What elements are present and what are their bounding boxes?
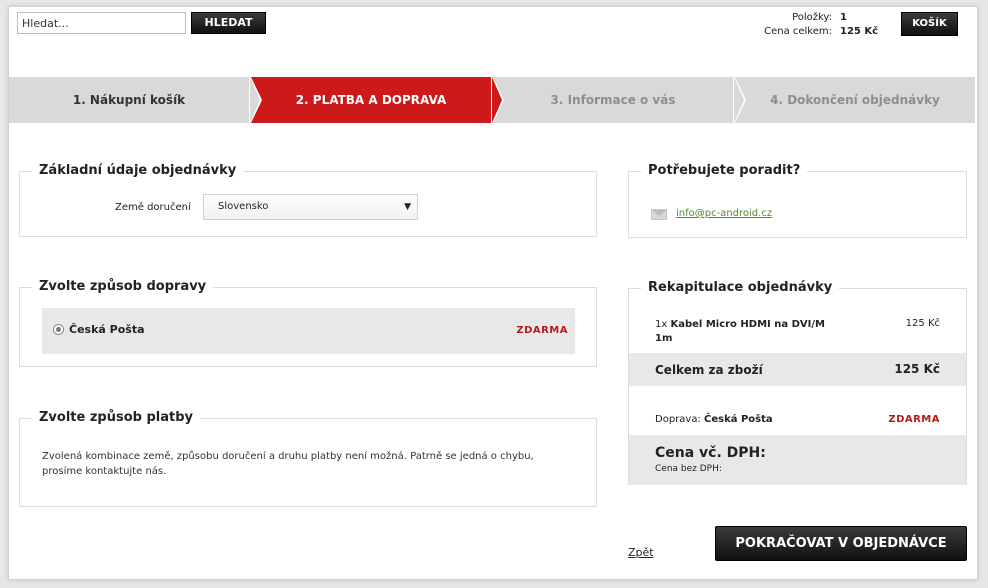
- mail-icon: [651, 209, 667, 220]
- section-title: Zvolte způsob dopravy: [32, 279, 214, 294]
- summary-total-label: Celkem za zboží: [655, 363, 763, 377]
- back-link[interactable]: Zpět: [628, 546, 654, 559]
- continue-order-button[interactable]: POKRAČOVAT V OBJEDNÁVCE: [715, 526, 967, 561]
- search-input[interactable]: [17, 12, 186, 34]
- section-title: Rekapitulace objednávky: [641, 280, 840, 295]
- summary-shipping-name: Česká Pošta: [704, 414, 773, 425]
- payment-error-message: Zvolená kombinace země, způsobu doručení…: [42, 451, 534, 477]
- caret-down-icon: ▼: [404, 202, 411, 212]
- step-customer-info: 3. Informace o vás: [493, 77, 746, 123]
- help-section: Potřebujete poradit? info@pc-android.cz: [628, 163, 967, 238]
- shipping-option-name: Česká Pošta: [69, 323, 145, 336]
- shipping-option[interactable]: Česká Pošta ZDARMA: [42, 308, 575, 354]
- summary-item: 1x Kabel Micro HDMI na DVI/M 1m: [655, 318, 845, 346]
- country-select[interactable]: Slovensko ▼: [203, 194, 418, 220]
- step-finish: 4. Dokončení objednávky: [735, 77, 977, 123]
- help-email-link[interactable]: info@pc-android.cz: [676, 208, 772, 219]
- step-label: 4. Dokončení objednávky: [770, 93, 940, 107]
- summary-vat-label: Cena vč. DPH:: [655, 445, 766, 461]
- search-button[interactable]: HLEDAT: [191, 12, 266, 34]
- summary-goods-total: Celkem za zboží 125 Kč: [629, 353, 966, 386]
- shipping-section: Zvolte způsob dopravy Česká Pošta ZDARMA: [19, 279, 597, 367]
- cart-button[interactable]: KOŠÍK: [901, 12, 958, 36]
- summary-item-name: Kabel Micro HDMI na DVI/M 1m: [655, 319, 825, 344]
- cart-total-label: Cena celkem:: [764, 26, 832, 37]
- cart-total-value: 125 Kč: [840, 26, 879, 37]
- shipping-option-price: ZDARMA: [516, 325, 568, 336]
- country-label: Země doručení: [115, 202, 191, 213]
- summary-shipping: Doprava: Česká Pošta: [655, 414, 773, 425]
- summary-shipping-label: Doprava:: [655, 414, 701, 425]
- summary-vat-block: Cena vč. DPH: Cena bez DPH:: [629, 435, 966, 485]
- order-summary-section: Rekapitulace objednávky 1x Kabel Micro H…: [628, 280, 967, 485]
- step-payment-shipping: 2. PLATBA A DOPRAVA: [251, 77, 504, 123]
- cart-summary: Položky: 1 Cena celkem: 125 Kč: [700, 11, 880, 39]
- summary-shipping-price: ZDARMA: [888, 414, 940, 425]
- checkout-steps: 1. Nákupní košík 2. PLATBA A DOPRAVA 3. …: [9, 77, 977, 123]
- country-selected-value: Slovensko: [218, 201, 269, 212]
- section-title: Základní údaje objednávky: [32, 163, 244, 178]
- basic-info-section: Základní údaje objednávky Země doručení …: [19, 163, 597, 237]
- step-label: 3. Informace o vás: [550, 93, 676, 107]
- section-title: Zvolte způsob platby: [32, 410, 201, 425]
- summary-item-qty: 1x: [655, 319, 668, 330]
- summary-novat-label: Cena bez DPH:: [655, 464, 722, 474]
- step-label: 2. PLATBA A DOPRAVA: [295, 93, 447, 107]
- summary-total-value: 125 Kč: [894, 362, 940, 376]
- summary-item-price: 125 Kč: [905, 318, 940, 329]
- cart-items-value: 1: [840, 12, 847, 23]
- shipping-radio[interactable]: [53, 324, 64, 335]
- step-cart[interactable]: 1. Nákupní košík: [9, 77, 262, 123]
- step-label: 1. Nákupní košík: [72, 93, 186, 107]
- section-title: Potřebujete poradit?: [641, 163, 808, 178]
- payment-section: Zvolte způsob platby Zvolená kombinace z…: [19, 410, 597, 507]
- cart-items-label: Položky:: [792, 12, 832, 23]
